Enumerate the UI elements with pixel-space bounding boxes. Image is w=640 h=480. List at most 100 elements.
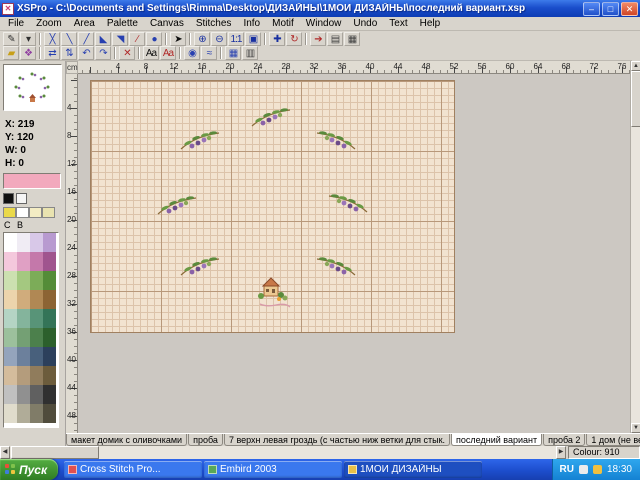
maximize-button[interactable]: □ bbox=[602, 2, 619, 16]
palette-swatch[interactable] bbox=[43, 233, 56, 252]
menu-item[interactable]: Info bbox=[237, 17, 266, 30]
palette-swatch[interactable] bbox=[4, 347, 17, 366]
three-quarter-stitch-tool[interactable]: ◥ bbox=[112, 32, 128, 46]
thread-tool[interactable]: ≈ bbox=[201, 46, 217, 60]
palette-swatch[interactable] bbox=[43, 271, 56, 290]
mini-swatch[interactable] bbox=[16, 193, 27, 204]
palette-swatch[interactable] bbox=[30, 328, 43, 347]
palette-swatch[interactable] bbox=[17, 385, 30, 404]
select-arrow-tool[interactable]: ➤ bbox=[170, 32, 186, 46]
palette-swatch[interactable] bbox=[30, 404, 43, 423]
text-colour-tool[interactable]: Aa bbox=[160, 46, 176, 60]
menu-item[interactable]: Palette bbox=[101, 17, 144, 30]
palette-swatch[interactable] bbox=[43, 290, 56, 309]
copy-motif-tool[interactable]: ▤ bbox=[327, 32, 343, 46]
scroll-up-button[interactable]: ▲ bbox=[631, 61, 640, 71]
olive-branch-motif[interactable] bbox=[178, 127, 222, 153]
rotate-right-tool[interactable]: ↷ bbox=[95, 46, 111, 60]
minimize-button[interactable]: – bbox=[583, 2, 600, 16]
quick-swatch[interactable] bbox=[29, 207, 42, 218]
menu-item[interactable]: Stitches bbox=[190, 17, 238, 30]
menu-item[interactable]: Motif bbox=[266, 17, 300, 30]
olive-branch-motif[interactable] bbox=[326, 190, 370, 216]
palette-swatch[interactable] bbox=[43, 309, 56, 328]
pan-tool[interactable]: ✚ bbox=[269, 32, 285, 46]
zoom-fit-tool[interactable]: ▣ bbox=[245, 32, 261, 46]
palette-swatch[interactable] bbox=[30, 366, 43, 385]
menu-item[interactable]: Undo bbox=[347, 17, 383, 30]
palette-swatch[interactable] bbox=[43, 366, 56, 385]
palette-swatch[interactable] bbox=[4, 309, 17, 328]
olive-branch-motif[interactable] bbox=[249, 104, 293, 130]
palette-swatch[interactable] bbox=[4, 233, 17, 252]
scroll-left-button[interactable]: ◀ bbox=[0, 446, 10, 459]
menu-item[interactable]: Area bbox=[68, 17, 101, 30]
move-motif-tool[interactable]: ➔ bbox=[310, 32, 326, 46]
palette-swatch[interactable] bbox=[4, 404, 17, 423]
quick-swatch[interactable] bbox=[42, 207, 55, 218]
zoom-out-tool[interactable]: ⊖ bbox=[211, 32, 227, 46]
pencil-tool[interactable]: ✎ bbox=[3, 32, 19, 46]
palette-swatch[interactable] bbox=[30, 271, 43, 290]
olive-branch-motif[interactable] bbox=[314, 127, 358, 153]
close-button[interactable]: ✕ bbox=[621, 2, 638, 16]
french-knot-tool[interactable]: ● bbox=[146, 32, 162, 46]
olive-branch-motif[interactable] bbox=[155, 192, 199, 218]
canvas[interactable] bbox=[78, 74, 630, 433]
palette-swatch[interactable] bbox=[17, 347, 30, 366]
olive-branch-motif[interactable] bbox=[314, 253, 358, 279]
palette-swatch[interactable] bbox=[30, 385, 43, 404]
tab-verhn-levaya-grozd[interactable]: 7 верхн левая гроздь (с частью ниж ветки… bbox=[224, 434, 450, 446]
olive-branch-motif[interactable] bbox=[178, 253, 222, 279]
quick-swatch[interactable] bbox=[3, 207, 16, 218]
palette-swatch[interactable] bbox=[17, 290, 30, 309]
backstitch-tool[interactable]: ∕ bbox=[129, 32, 145, 46]
palette-swatch[interactable] bbox=[17, 271, 30, 290]
colour-wheel-tool[interactable]: ◉ bbox=[184, 46, 200, 60]
palette-swatch[interactable] bbox=[43, 347, 56, 366]
horizontal-scrollbar[interactable]: ◀ ▶ bbox=[0, 446, 566, 459]
palette-swatch[interactable] bbox=[4, 385, 17, 404]
zoom-actual-tool[interactable]: 1:1 bbox=[228, 32, 244, 46]
quick-swatch[interactable] bbox=[16, 207, 29, 218]
palette-swatch[interactable] bbox=[30, 233, 43, 252]
language-indicator[interactable]: RU bbox=[560, 464, 574, 475]
tab-dom-ne-ves[interactable]: 1 дом (не весь для стыковки) bbox=[586, 434, 640, 446]
tab-maket-domik-s-olivochkami[interactable]: макет домик с оливочками bbox=[66, 434, 187, 446]
flip-vertical-tool[interactable]: ⇅ bbox=[61, 46, 77, 60]
vertical-scroll-thumb[interactable] bbox=[631, 71, 640, 127]
tab-posledniy-variant[interactable]: последний вариант bbox=[451, 434, 542, 446]
export-tool[interactable]: ▥ bbox=[242, 46, 258, 60]
palette-swatch[interactable] bbox=[30, 252, 43, 271]
zoom-in-tool[interactable]: ⊕ bbox=[194, 32, 210, 46]
palette-swatch[interactable] bbox=[43, 252, 56, 271]
palette-swatch[interactable] bbox=[17, 328, 30, 347]
palette-swatch[interactable] bbox=[17, 309, 30, 328]
menu-item[interactable]: Zoom bbox=[30, 17, 68, 30]
tab-proba[interactable]: проба bbox=[188, 434, 223, 446]
pencil-dropdown[interactable]: ▾ bbox=[20, 32, 36, 46]
menu-item[interactable]: Help bbox=[414, 17, 447, 30]
half-stitch-tool[interactable]: ╲ bbox=[61, 32, 77, 46]
tray-icon[interactable] bbox=[593, 465, 602, 474]
full-stitch-tool[interactable]: ╳ bbox=[44, 32, 60, 46]
palette-swatch[interactable] bbox=[4, 366, 17, 385]
palette-swatch[interactable] bbox=[4, 290, 17, 309]
palette-swatch[interactable] bbox=[30, 347, 43, 366]
task-cross-stitch-pro[interactable]: Cross Stitch Pro... bbox=[64, 461, 202, 478]
start-button[interactable]: Пуск bbox=[0, 459, 58, 480]
mini-swatch[interactable] bbox=[3, 193, 14, 204]
fabric-tool[interactable]: ▦ bbox=[225, 46, 241, 60]
design-preview-thumbnail[interactable] bbox=[3, 64, 62, 111]
menu-item[interactable]: Text bbox=[383, 17, 413, 30]
tray-icon[interactable] bbox=[579, 465, 588, 474]
palette-tool[interactable]: ❖ bbox=[20, 46, 36, 60]
palette-swatch[interactable] bbox=[17, 366, 30, 385]
quarter-stitch-tool[interactable]: ◣ bbox=[95, 32, 111, 46]
text-tool[interactable]: Aa bbox=[143, 46, 159, 60]
menu-item[interactable]: Canvas bbox=[144, 17, 190, 30]
palette-swatch[interactable] bbox=[4, 271, 17, 290]
palette-swatch[interactable] bbox=[17, 252, 30, 271]
palette-swatch[interactable] bbox=[30, 290, 43, 309]
menu-item[interactable]: File bbox=[2, 17, 30, 30]
